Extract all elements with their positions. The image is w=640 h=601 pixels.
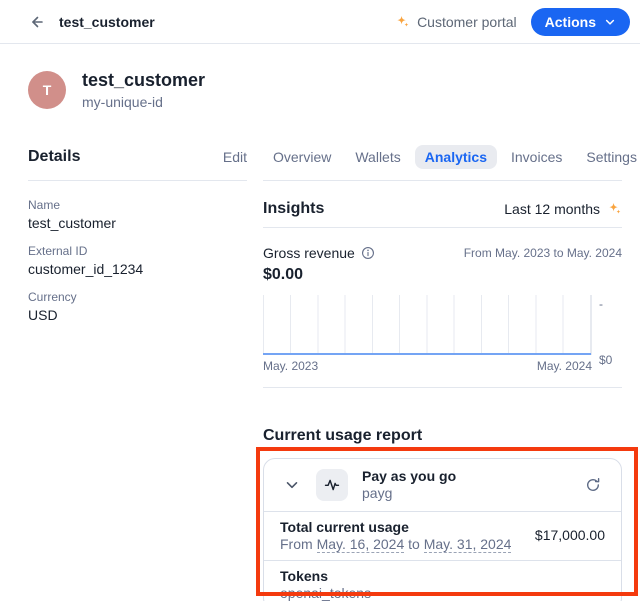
tab-bar: Overview Wallets Analytics Invoices Sett… (263, 144, 622, 170)
tab-analytics[interactable]: Analytics (415, 145, 497, 169)
insights-divider (263, 227, 622, 228)
usage-report-card: Pay as you go payg Total current usage F… (263, 458, 622, 601)
insights-title: Insights (263, 200, 324, 218)
usage-item-code: openai_tokens (280, 585, 371, 601)
gross-revenue-chart: May. 2023 May. 2024 - $0 (263, 295, 622, 373)
arrow-left-icon (28, 14, 44, 30)
chart-divider (263, 387, 622, 388)
chart-plot-area (263, 295, 592, 355)
detail-field-external-id: External ID customer_id_1234 (28, 244, 247, 278)
tab-settings[interactable]: Settings (576, 145, 640, 169)
period-start-date[interactable]: May. 16, 2024 (317, 536, 405, 553)
actions-button-label: Actions (545, 14, 596, 30)
avatar: T (28, 71, 66, 109)
total-usage-period: From May. 16, 2024 to May. 31, 2024 (280, 536, 511, 553)
main-panel: Overview Wallets Analytics Invoices Sett… (263, 144, 622, 601)
info-icon[interactable] (361, 246, 375, 260)
customer-portal-link[interactable]: Customer portal (395, 14, 517, 30)
details-divider (28, 180, 247, 181)
collapse-toggle[interactable] (280, 473, 304, 497)
field-label: External ID (28, 244, 247, 258)
usage-report-title: Current usage report (263, 426, 622, 445)
customer-name: test_customer (82, 69, 205, 91)
total-usage-row: Total current usage From May. 16, 2024 t… (264, 511, 621, 560)
actions-button[interactable]: Actions (531, 8, 630, 36)
field-label: Currency (28, 290, 247, 304)
page-title: test_customer (59, 14, 155, 30)
x-axis-label-start: May. 2023 (263, 359, 318, 373)
field-value: customer_id_1234 (28, 261, 247, 278)
field-value: test_customer (28, 215, 247, 232)
customer-portal-label: Customer portal (417, 14, 517, 30)
plan-code: payg (362, 485, 581, 502)
customer-header: T test_customer my-unique-id (28, 69, 622, 111)
tab-wallets[interactable]: Wallets (345, 145, 410, 169)
period-selector[interactable]: Last 12 months (504, 201, 622, 217)
detail-field-currency: Currency USD (28, 290, 247, 324)
period-end-date[interactable]: May. 31, 2024 (424, 536, 512, 553)
detail-field-name: Name test_customer (28, 198, 247, 232)
y-axis-label-bottom: $0 (599, 353, 622, 367)
details-panel: Details Edit Name test_customer External… (28, 144, 247, 601)
chart-date-range: From May. 2023 to May. 2024 (464, 246, 622, 260)
total-usage-label: Total current usage (280, 519, 511, 536)
gross-revenue-label: Gross revenue (263, 245, 355, 261)
pulse-icon (324, 477, 340, 493)
details-title: Details (28, 148, 80, 166)
field-value: USD (28, 307, 247, 324)
edit-details-button[interactable]: Edit (223, 149, 247, 165)
tabs-divider (263, 180, 622, 181)
chevron-down-icon (284, 477, 300, 493)
field-label: Name (28, 198, 247, 212)
usage-item-row: Tokens openai_tokens (264, 560, 621, 601)
period-joiner: to (404, 536, 423, 552)
refresh-icon (585, 477, 601, 493)
gross-revenue-value: $0.00 (263, 265, 622, 284)
chevron-down-icon (604, 16, 616, 28)
sparkle-icon (607, 201, 622, 216)
plan-icon-box (316, 469, 348, 501)
refresh-button[interactable] (581, 473, 605, 497)
back-button[interactable] (28, 14, 44, 30)
plan-name: Pay as you go (362, 468, 581, 485)
usage-item-name: Tokens (280, 568, 371, 585)
x-axis-label-end: May. 2024 (537, 359, 592, 373)
customer-external-id: my-unique-id (82, 94, 205, 111)
chart-zero-line (263, 353, 591, 355)
period-selector-label: Last 12 months (504, 201, 600, 217)
top-bar: test_customer Customer portal Actions (0, 0, 640, 44)
tab-overview[interactable]: Overview (263, 145, 341, 169)
total-usage-amount: $17,000.00 (535, 527, 605, 544)
period-prefix: From (280, 536, 317, 552)
tab-invoices[interactable]: Invoices (501, 145, 572, 169)
y-axis-label-top: - (599, 297, 622, 311)
usage-plan-header: Pay as you go payg (264, 459, 621, 511)
sparkle-icon (395, 14, 410, 29)
